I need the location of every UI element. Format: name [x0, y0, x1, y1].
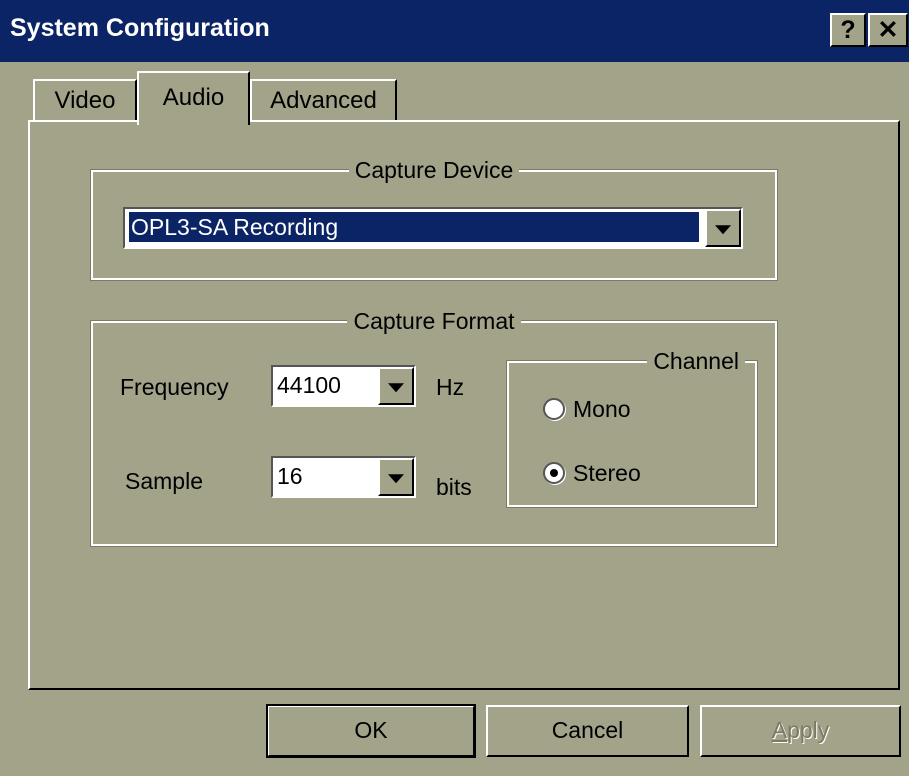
apply-button[interactable]: Apply	[700, 705, 901, 757]
chevron-down-icon	[388, 383, 404, 393]
close-button[interactable]: ✕	[868, 13, 908, 47]
apply-label-rest: pply	[787, 717, 830, 743]
chevron-down-icon	[388, 474, 404, 484]
sample-unit: bits	[436, 474, 472, 500]
tab-video[interactable]: Video	[33, 79, 137, 122]
capture-device-value: OPL3-SA Recording	[129, 212, 699, 242]
capture-format-title: Capture Format	[347, 308, 521, 334]
capture-device-dropdown[interactable]: OPL3-SA Recording	[123, 207, 743, 249]
apply-label-mnemonic: A	[771, 717, 788, 743]
radio-selected-icon	[550, 469, 558, 477]
window-title: System Configuration	[10, 14, 270, 42]
frequency-dropdown[interactable]: 44100	[271, 365, 416, 407]
mono-radio[interactable]	[543, 398, 565, 420]
capture-device-title: Capture Device	[348, 157, 520, 183]
sample-dropdown-button[interactable]	[378, 458, 414, 496]
chevron-down-icon	[715, 225, 731, 235]
close-icon: ✕	[877, 16, 899, 44]
capture-device-dropdown-button[interactable]	[705, 209, 741, 247]
tab-advanced[interactable]: Advanced	[250, 79, 397, 122]
stereo-radio[interactable]	[543, 462, 565, 484]
cancel-button[interactable]: Cancel	[486, 705, 689, 757]
mono-label[interactable]: Mono	[573, 395, 631, 423]
frequency-unit: Hz	[436, 374, 465, 400]
frequency-value: 44100	[277, 372, 341, 398]
capture-device-group: Capture Device OPL3-SA Recording	[90, 157, 778, 281]
sample-label: Sample	[125, 468, 203, 494]
sample-dropdown[interactable]: 16	[271, 456, 416, 498]
channel-group: Channel Mono Stereo	[506, 348, 758, 508]
stereo-label[interactable]: Stereo	[573, 459, 641, 487]
channel-title: Channel	[647, 348, 745, 374]
sample-value: 16	[277, 463, 303, 489]
frequency-dropdown-button[interactable]	[378, 367, 414, 405]
ok-button[interactable]: OK	[266, 704, 476, 758]
title-bar[interactable]: System Configuration ? ✕	[0, 0, 909, 62]
frequency-label: Frequency	[120, 374, 229, 400]
tab-panel-audio: Capture Device OPL3-SA Recording Capture…	[28, 120, 900, 690]
capture-format-group: Capture Format Frequency 44100 Hz Sample…	[90, 308, 778, 547]
help-button[interactable]: ?	[830, 13, 866, 47]
tab-audio[interactable]: Audio	[137, 71, 250, 125]
